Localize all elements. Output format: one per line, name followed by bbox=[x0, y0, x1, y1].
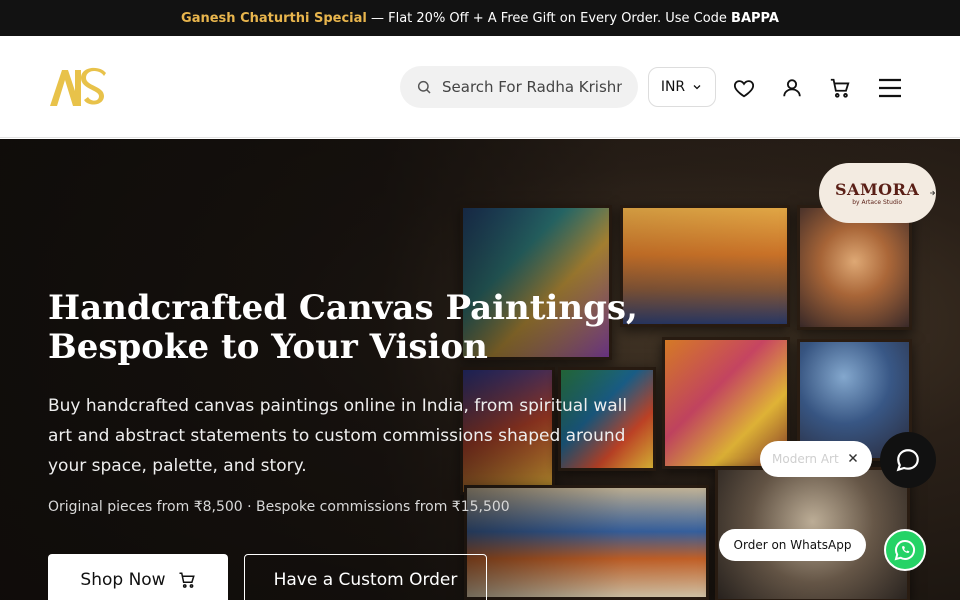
hero-description: Buy handcrafted canvas paintings online … bbox=[48, 396, 628, 476]
search-input[interactable] bbox=[442, 78, 622, 96]
arrow-right-icon bbox=[930, 190, 936, 196]
search-icon bbox=[417, 80, 431, 94]
chat-button[interactable] bbox=[880, 432, 936, 488]
custom-order-label: Have a Custom Order bbox=[273, 570, 458, 590]
modern-art-label: Modern Art bbox=[772, 452, 839, 466]
announcement-bar: Ganesh Chaturthi Special — Flat 20% Off … bbox=[0, 0, 960, 36]
announcement-text: — Flat 20% Off + A Free Gift on Every Or… bbox=[366, 10, 732, 26]
close-icon[interactable] bbox=[846, 451, 860, 465]
heart-icon[interactable] bbox=[732, 76, 756, 100]
custom-order-button[interactable]: Have a Custom Order bbox=[244, 554, 487, 600]
artace-logo[interactable] bbox=[48, 66, 108, 108]
whatsapp-order-label: Order on WhatsApp bbox=[733, 538, 852, 552]
currency-select[interactable]: INR bbox=[648, 67, 716, 107]
cart-icon[interactable] bbox=[828, 76, 852, 100]
user-icon[interactable] bbox=[780, 76, 804, 100]
samora-sub: by Artace Studio bbox=[852, 199, 903, 206]
hero-price-note: Original pieces from ₹8,500 · Bespoke co… bbox=[48, 499, 510, 515]
samora-name: SAMORA bbox=[835, 180, 920, 199]
samora-badge[interactable]: SAMORA by Artace Studio bbox=[819, 163, 936, 223]
whatsapp-order-pill[interactable]: Order on WhatsApp bbox=[719, 529, 866, 561]
hero-title: Handcrafted Canvas Paintings, Bespoke to… bbox=[48, 289, 648, 367]
shop-now-label: Shop Now bbox=[80, 570, 166, 590]
shop-now-button[interactable]: Shop Now bbox=[48, 554, 228, 600]
chevron-down-icon bbox=[693, 85, 701, 90]
announcement-highlight: Ganesh Chaturthi Special bbox=[181, 10, 367, 26]
modern-art-tag[interactable]: Modern Art bbox=[760, 441, 872, 477]
announcement-code: BAPPA bbox=[731, 10, 779, 26]
chat-icon bbox=[896, 449, 919, 472]
samora-logo: SAMORA by Artace Studio bbox=[835, 180, 919, 206]
menu-icon[interactable] bbox=[878, 76, 902, 100]
site-header: INR bbox=[0, 36, 960, 138]
hero-title-line-2: Bespoke to Your Vision bbox=[48, 327, 488, 367]
whatsapp-icon bbox=[894, 539, 916, 561]
search-bar[interactable] bbox=[400, 66, 638, 108]
currency-value: INR bbox=[660, 79, 686, 95]
cart-icon bbox=[179, 572, 195, 588]
whatsapp-button[interactable] bbox=[884, 529, 926, 571]
hero-section: Handcrafted Canvas Paintings, Bespoke to… bbox=[0, 139, 960, 600]
hero-title-line-1: Handcrafted Canvas Paintings, bbox=[48, 288, 638, 328]
